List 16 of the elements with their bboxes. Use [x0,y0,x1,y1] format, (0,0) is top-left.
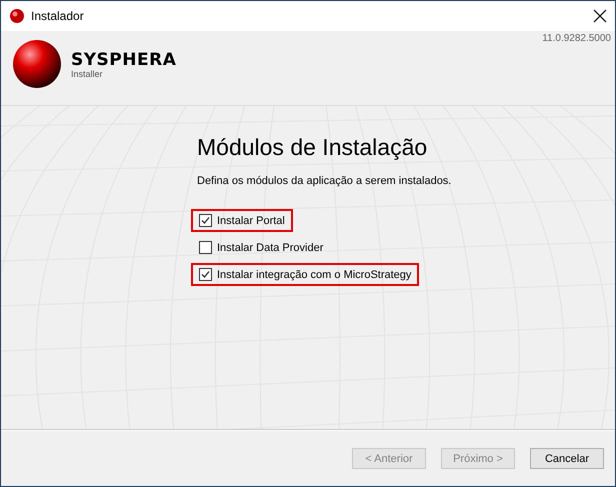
sphere-logo-icon [11,39,63,91]
checkbox-label[interactable]: Instalar Portal [217,214,285,226]
checkbox[interactable] [199,214,212,227]
product-name: SYSPHERA [71,51,176,69]
product-subtitle: Installer [71,69,104,79]
checkbox-label[interactable]: Instalar integração com o MicroStrategy [217,268,412,280]
version-label: 11.0.9282.5000 [542,33,611,44]
checkbox-label[interactable]: Instalar Data Provider [217,242,324,254]
wizard-button[interactable]: Cancelar [530,448,604,469]
page-title: Módulos de Instalação [197,134,428,161]
close-icon[interactable] [593,9,607,23]
checkbox[interactable] [199,241,212,254]
checkbox[interactable] [199,268,212,281]
page-description: Defina os módulos da aplicação a serem instalados. [197,175,452,187]
app-icon [9,8,25,24]
window-title: Instalador [31,9,85,23]
